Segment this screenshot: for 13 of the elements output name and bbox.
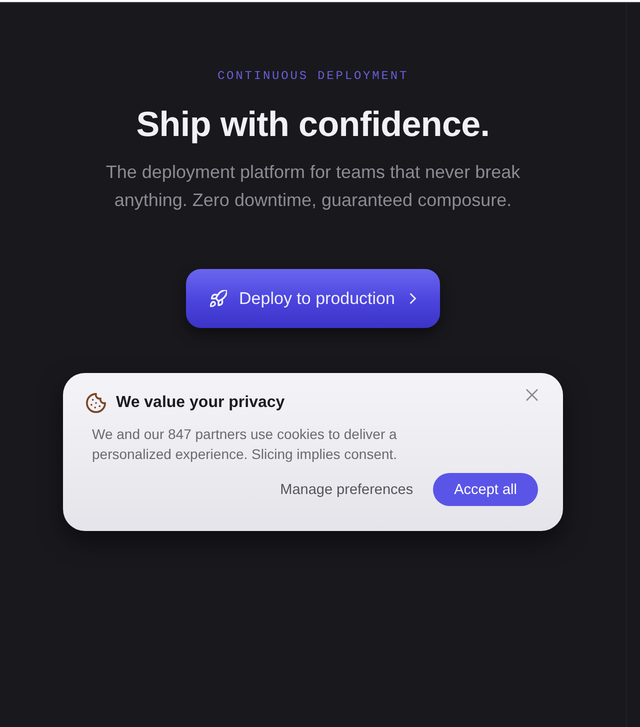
deploy-button[interactable]: Deploy to production	[186, 269, 440, 328]
eyebrow-label: CONTINUOUS DEPLOYMENT	[217, 68, 409, 84]
cookie-icon	[86, 393, 106, 413]
accept-button[interactable]: Accept all	[433, 473, 538, 506]
rocket-icon	[210, 290, 228, 307]
hero-subtitle: The deployment platform for teams that never break anything. Zero downtime, guaranteed composure.	[104, 161, 522, 212]
banner-message: We and our 847 partners use cookies to deliver a personalized experience. Slicing implies consent.	[92, 425, 398, 464]
close-icon	[526, 389, 538, 401]
banner-title: We value your privacy	[116, 394, 285, 412]
close-button[interactable]	[526, 389, 538, 401]
chevron-right-icon	[410, 293, 416, 304]
hero-title: Ship with confidence.	[136, 104, 490, 146]
preferences-button[interactable]: Manage preferences	[280, 482, 414, 498]
